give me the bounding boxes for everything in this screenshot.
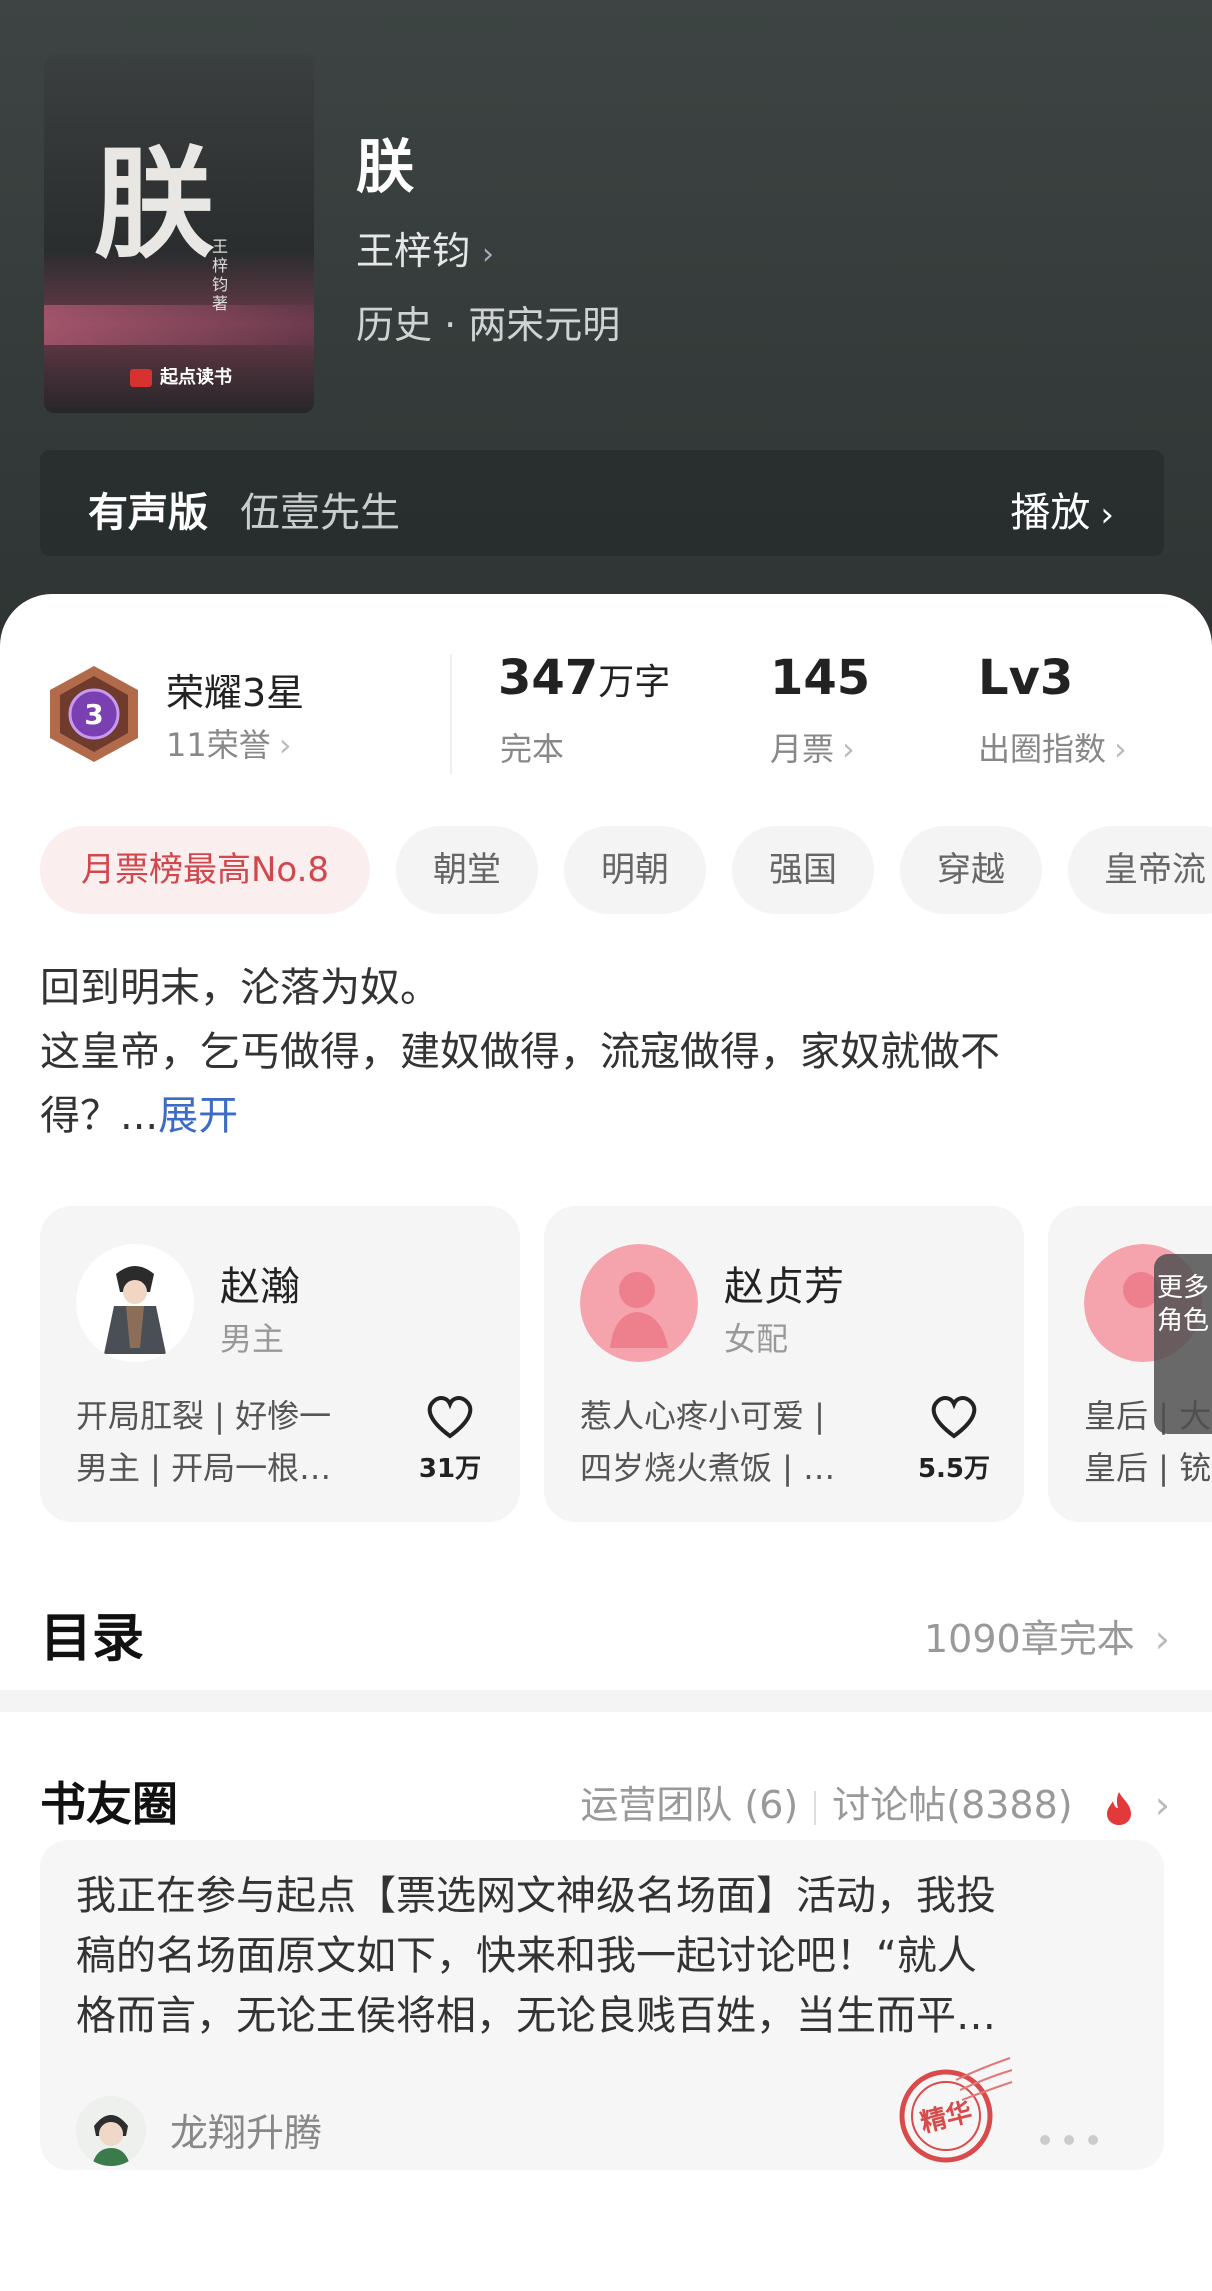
svg-text:3: 3 bbox=[84, 698, 103, 731]
monthly-ticket-link[interactable]: 月票 › bbox=[770, 724, 855, 770]
book-cover[interactable]: 朕 王梓钧著 起点读书 bbox=[44, 55, 314, 413]
table-of-contents-row[interactable]: 目录 1090章完本 › bbox=[40, 1574, 1170, 1674]
character-list: 赵瀚 男主 开局肛裂 | 好惨一 男主 | 开局一根… 31万 赵贞芳 女配 惹人… bbox=[40, 1206, 1212, 1528]
cover-brand: 起点读书 bbox=[130, 363, 232, 389]
divider bbox=[814, 1790, 817, 1825]
cover-glow bbox=[44, 305, 314, 345]
toc-title: 目录 bbox=[40, 1609, 145, 1669]
book-circle-title: 书友圈 bbox=[40, 1777, 178, 1831]
play-button[interactable]: 播放 › bbox=[1010, 480, 1114, 538]
like-count: 5.5万 bbox=[917, 1454, 991, 1484]
chevron-right-icon: › bbox=[1142, 1617, 1170, 1661]
fire-icon bbox=[1106, 1791, 1131, 1825]
user-avatar[interactable] bbox=[76, 2096, 146, 2166]
tag-ranking[interactable]: 月票榜最高No.8 bbox=[40, 826, 370, 914]
more-characters-button[interactable]: 更多角色 bbox=[1154, 1254, 1212, 1434]
section-separator bbox=[0, 1690, 1212, 1712]
like-count: 31万 bbox=[418, 1454, 482, 1484]
character-name: 赵贞芳 bbox=[724, 1264, 844, 1310]
divider bbox=[450, 654, 452, 774]
ops-team-link[interactable]: 运营团队 (6) bbox=[580, 1783, 798, 1827]
tag-item[interactable]: 穿越 bbox=[900, 826, 1042, 914]
status-label: 完本 bbox=[500, 730, 565, 768]
book-description[interactable]: 回到明末，沦落为奴。 这皇帝，乞丐做得，建奴做得，流寇做得，家奴就做不 得？..… bbox=[40, 956, 1170, 1148]
pagination-dots bbox=[1040, 2130, 1112, 2149]
book-genre: 历史 · 两宋元明 bbox=[356, 303, 621, 347]
toc-summary: 1090章完本 › bbox=[924, 1617, 1170, 1661]
character-card[interactable]: 赵贞芳 女配 惹人心疼小可爱 | 四岁烧火煮饭 | … 5.5万 bbox=[544, 1206, 1024, 1522]
tag-item[interactable]: 明朝 bbox=[564, 826, 706, 914]
character-avatar bbox=[76, 1244, 194, 1362]
book-title: 朕 bbox=[356, 133, 415, 201]
tag-item[interactable]: 朝堂 bbox=[396, 826, 538, 914]
tag-item[interactable]: 强国 bbox=[732, 826, 874, 914]
heart-icon bbox=[931, 1396, 977, 1439]
like-button[interactable]: 5.5万 bbox=[914, 1394, 994, 1485]
chevron-right-icon: › bbox=[1114, 730, 1127, 768]
book-circle-meta: 运营团队 (6) 讨论帖(8388) › bbox=[580, 1774, 1170, 1829]
chevron-right-icon: › bbox=[842, 730, 855, 768]
expand-link[interactable]: 展开 bbox=[158, 1093, 238, 1139]
audio-version-bar[interactable]: 有声版 伍壹先生 播放 › bbox=[40, 450, 1164, 556]
book-detail-card: 3 荣耀3星 11荣誉 › 347万字 完本 145 月票 › Lv3 出圈指数 › … bbox=[0, 594, 1212, 2291]
character-type: 男主 bbox=[220, 1320, 285, 1358]
featured-stamp-icon: 精华 bbox=[899, 2057, 1013, 2163]
monthly-ticket-count: 145 bbox=[770, 650, 871, 706]
discussion-count[interactable]: 讨论帖(8388) bbox=[832, 1783, 1072, 1827]
post-content: 我正在参与起点【票选网文神级名场面】活动，我投 稿的名场面原文如下，快来和我一起… bbox=[76, 1873, 996, 2039]
level-value: Lv3 bbox=[978, 650, 1074, 706]
character-type: 女配 bbox=[724, 1320, 789, 1358]
brand-logo-icon bbox=[130, 369, 152, 387]
like-button[interactable]: 31万 bbox=[410, 1394, 490, 1485]
post-author[interactable]: 龙翔升腾 bbox=[170, 2102, 322, 2157]
cover-author: 王梓钧著 bbox=[212, 237, 229, 313]
audio-label: 有声版 bbox=[88, 490, 208, 536]
chevron-right-icon: › bbox=[278, 726, 292, 764]
character-intro: 开局肛裂 | 好惨一 男主 | 开局一根… bbox=[76, 1397, 332, 1487]
influence-index-link[interactable]: 出圈指数 › bbox=[978, 724, 1127, 770]
book-header: 朕 王梓钧著 起点读书 朕 王梓钧 › 历史 · 两宋元明 有声版 伍壹先生 播放… bbox=[0, 0, 1212, 620]
cover-title-char: 朕 bbox=[94, 134, 214, 275]
svg-text:精华: 精华 bbox=[917, 2096, 975, 2139]
chevron-right-icon: › bbox=[482, 237, 495, 272]
heart-icon bbox=[427, 1396, 473, 1439]
chevron-right-icon: › bbox=[1154, 1783, 1170, 1827]
character-name: 赵瀚 bbox=[220, 1264, 300, 1310]
honor-count-link[interactable]: 11荣誉 › bbox=[166, 720, 292, 766]
featured-post[interactable]: 我正在参与起点【票选网文神级名场面】活动，我投 稿的名场面原文如下，快来和我一起… bbox=[40, 1840, 1164, 2170]
tag-item[interactable]: 皇帝流 bbox=[1068, 826, 1212, 914]
book-circle-header[interactable]: 书友圈 运营团队 (6) 讨论帖(8388) › bbox=[40, 1768, 1170, 1831]
chevron-right-icon: › bbox=[1100, 495, 1114, 535]
word-count: 347万字 bbox=[498, 650, 671, 706]
honor-title: 荣耀3星 bbox=[166, 671, 305, 715]
character-intro: 惹人心疼小可爱 | 四岁烧火煮饭 | … bbox=[580, 1397, 836, 1487]
honor-badge-icon: 3 bbox=[50, 666, 138, 762]
narrator: 伍壹先生 bbox=[240, 490, 400, 536]
character-avatar bbox=[580, 1244, 698, 1362]
author-link[interactable]: 王梓钧 › bbox=[356, 220, 494, 275]
character-card[interactable]: 赵瀚 男主 开局肛裂 | 好惨一 男主 | 开局一根… 31万 bbox=[40, 1206, 520, 1522]
